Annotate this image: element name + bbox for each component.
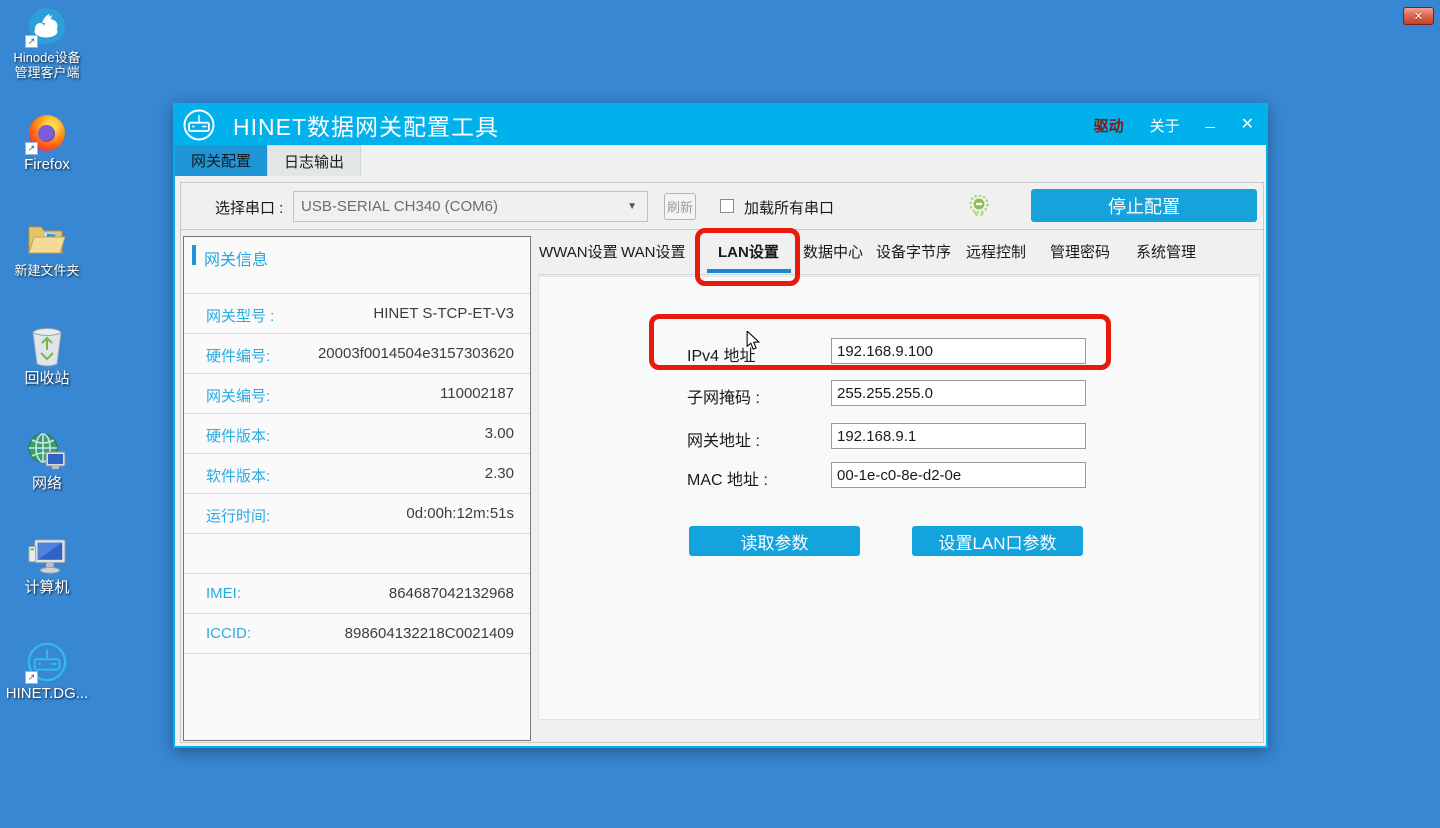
minimize-button[interactable]: _ xyxy=(1206,113,1215,129)
cfg-tab-remote[interactable]: 远程控制 xyxy=(966,241,1026,271)
section-accent-bar xyxy=(192,245,196,265)
desktop-icon-hinode-client[interactable]: ↗ Hinode设备 管理客户端 xyxy=(1,6,93,80)
device-status-icon xyxy=(969,195,989,217)
ipv4-label: IPv4 地址 xyxy=(687,342,755,366)
info-label: 硬件编号: xyxy=(206,345,270,366)
refresh-button[interactable]: 刷新 xyxy=(664,193,696,220)
tab-gateway-config[interactable]: 网关配置 xyxy=(175,145,267,176)
window-titlebar: HINET数据网关配置工具 驱动 关于 _ ✕ xyxy=(175,105,1266,145)
hinet-dg-icon: ↗ xyxy=(27,642,67,682)
shortcut-arrow-icon: ↗ xyxy=(25,35,38,48)
info-value: HINET S-TCP-ET-V3 xyxy=(373,305,514,322)
computer-icon xyxy=(27,536,67,576)
cfg-tab-byteorder[interactable]: 设备字节序 xyxy=(876,241,951,271)
window-title: HINET数据网关配置工具 xyxy=(233,108,499,142)
info-value: 0d:00h:12m:51s xyxy=(406,505,514,522)
screen-close-button[interactable]: ✕ xyxy=(1403,7,1434,25)
gateway-addr-input[interactable] xyxy=(831,423,1086,449)
info-value: 864687042132968 xyxy=(389,585,514,602)
cfg-tab-datacenter[interactable]: 数据中心 xyxy=(803,241,863,271)
info-value: 20003f0014504e3157303620 xyxy=(318,345,514,362)
info-row-sw-version: 软件版本: 2.30 xyxy=(184,453,530,493)
serial-port-select[interactable]: USB-SERIAL CH340 (COM6) ▼ xyxy=(293,191,648,222)
set-lan-params-button[interactable]: 设置LAN口参数 xyxy=(912,526,1083,556)
info-row-imei: IMEI: 864687042132968 xyxy=(184,573,530,613)
netmask-input[interactable] xyxy=(831,380,1086,406)
netmask-label: 子网掩码 : xyxy=(687,384,760,408)
info-label: 运行时间: xyxy=(206,505,270,526)
active-tab-underline xyxy=(707,269,791,273)
desktop: ↗ Hinode设备 管理客户端 ↗ Firefox 新建文件夹 xyxy=(0,0,1440,828)
info-value: 110002187 xyxy=(440,385,514,402)
cfg-tab-wan[interactable]: WAN设置 xyxy=(621,241,685,271)
mac-addr-label: MAC 地址 : xyxy=(687,466,768,490)
main-tab-bar: 网关配置 日志输出 xyxy=(175,145,361,176)
desktop-icon-label: 回收站 xyxy=(24,371,69,386)
desktop-icon-label: 新建文件夹 xyxy=(14,263,79,278)
chevron-down-icon: ▼ xyxy=(627,201,637,212)
info-value: 898604132218C0021409 xyxy=(345,625,514,642)
desktop-icon-label: 计算机 xyxy=(24,580,69,595)
lan-settings-panel: IPv4 地址 子网掩码 : 网关地址 : MAC 地址 : 读取参数 设置LA… xyxy=(538,276,1260,720)
info-row-spacer xyxy=(184,653,530,693)
desktop-icon-label: 网络 xyxy=(32,476,62,491)
info-row-iccid: ICCID: 898604132218C0021409 xyxy=(184,613,530,653)
info-label: IMEI: xyxy=(206,585,241,602)
close-button[interactable]: ✕ xyxy=(1241,117,1254,133)
gateway-addr-label: 网关地址 : xyxy=(687,427,760,451)
info-label: 硬件版本: xyxy=(206,425,270,446)
firefox-icon: ↗ xyxy=(27,113,67,153)
cfg-tab-password[interactable]: 管理密码 xyxy=(1050,241,1110,271)
info-label: 软件版本: xyxy=(206,465,270,486)
shortcut-arrow-icon: ↗ xyxy=(25,671,38,684)
read-params-button[interactable]: 读取参数 xyxy=(689,526,860,556)
cfg-tab-system[interactable]: 系统管理 xyxy=(1136,241,1196,271)
network-icon xyxy=(27,432,67,472)
info-row-uptime: 运行时间: 0d:00h:12m:51s xyxy=(184,493,530,533)
desktop-icon-label: Hinode设备 管理客户端 xyxy=(13,50,80,80)
serial-port-value: USB-SERIAL CH340 (COM6) xyxy=(301,198,627,215)
window-content: 选择串口 : USB-SERIAL CH340 (COM6) ▼ 刷新 加载所有… xyxy=(180,182,1264,743)
desktop-icon-firefox[interactable]: ↗ Firefox xyxy=(1,113,93,172)
tabstrip-separator xyxy=(538,274,1260,275)
info-label: 网关型号 : xyxy=(206,305,274,326)
info-row-gw-serial: 网关编号: 110002187 xyxy=(184,373,530,413)
app-logo-icon xyxy=(183,109,215,141)
serial-port-row: 选择串口 : USB-SERIAL CH340 (COM6) ▼ 刷新 加载所有… xyxy=(181,183,1263,230)
cfg-tab-lan[interactable]: LAN设置 xyxy=(718,241,779,271)
desktop-icon-hinet-dg[interactable]: ↗ HINET.DG... xyxy=(1,642,93,701)
recycle-bin-icon xyxy=(27,327,67,367)
shortcut-arrow-icon: ↗ xyxy=(25,142,38,155)
cfg-tab-wwan[interactable]: WWAN设置 xyxy=(539,241,618,271)
info-label: 网关编号: xyxy=(206,385,270,406)
info-row-spacer xyxy=(184,533,530,573)
info-row-model: 网关型号 : HINET S-TCP-ET-V3 xyxy=(184,293,530,333)
info-row-hw-version: 硬件版本: 3.00 xyxy=(184,413,530,453)
tab-log-output[interactable]: 日志输出 xyxy=(267,145,361,176)
desktop-icon-computer[interactable]: 计算机 xyxy=(1,536,93,595)
ipv4-input[interactable] xyxy=(831,338,1086,364)
gateway-info-panel: 网关信息 网关型号 : HINET S-TCP-ET-V3 硬件编号: 2000… xyxy=(183,236,531,741)
app-window: HINET数据网关配置工具 驱动 关于 _ ✕ 网关配置 日志输出 选择串口 :… xyxy=(173,103,1268,748)
gateway-info-title: 网关信息 xyxy=(204,246,268,270)
desktop-icon-label: Firefox xyxy=(24,157,70,172)
desktop-icon-label: HINET.DG... xyxy=(6,686,89,701)
about-menu[interactable]: 关于 xyxy=(1150,115,1180,136)
driver-menu[interactable]: 驱动 xyxy=(1094,115,1124,136)
desktop-icon-new-folder[interactable]: 新建文件夹 xyxy=(1,219,93,278)
load-all-ports-label: 加载所有串口 xyxy=(744,197,834,218)
mac-addr-input[interactable] xyxy=(831,462,1086,488)
desktop-icon-network[interactable]: 网络 xyxy=(1,432,93,491)
info-row-hw-serial: 硬件编号: 20003f0014504e3157303620 xyxy=(184,333,530,373)
info-label: ICCID: xyxy=(206,625,251,642)
hinode-client-icon: ↗ xyxy=(27,6,67,46)
serial-port-label: 选择串口 : xyxy=(215,197,283,218)
folder-icon xyxy=(27,219,67,259)
load-all-ports-checkbox[interactable] xyxy=(720,199,734,213)
info-value: 2.30 xyxy=(485,465,514,482)
info-value: 3.00 xyxy=(485,425,514,442)
stop-config-button[interactable]: 停止配置 xyxy=(1031,189,1257,222)
desktop-icon-recycle-bin[interactable]: 回收站 xyxy=(1,327,93,386)
